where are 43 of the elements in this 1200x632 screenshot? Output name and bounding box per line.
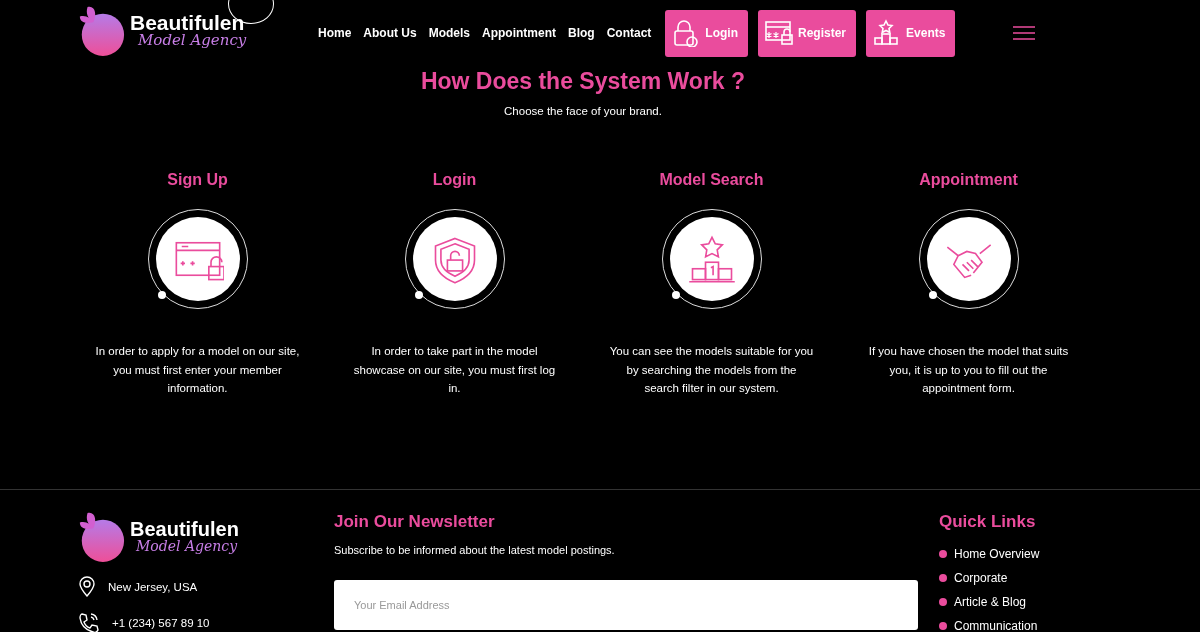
brand-tagline: Model Agency bbox=[138, 33, 247, 48]
nav-link[interactable]: Home bbox=[312, 26, 358, 40]
location-pin-icon bbox=[78, 576, 96, 598]
nav-link[interactable]: Appointment bbox=[476, 26, 562, 40]
bullet-icon bbox=[939, 550, 947, 558]
newsletter-title: Join Our Newsletter bbox=[334, 512, 496, 532]
phone-icon bbox=[78, 612, 100, 632]
footer-link[interactable]: Communication bbox=[954, 619, 1038, 632]
brand-name: Beautifulen bbox=[130, 519, 239, 539]
section-subtitle: Choose the face of your brand. bbox=[503, 105, 663, 117]
newsletter-text: Subscribe to be informed about the latest model postings. bbox=[334, 544, 616, 556]
quick-links-title: Quick Links bbox=[939, 512, 1037, 532]
step-title: Sign Up bbox=[167, 171, 228, 189]
phone-text: +1 (234) 567 89 10 bbox=[112, 617, 210, 629]
bullet-icon bbox=[939, 598, 947, 606]
footer-link[interactable]: Home Overview bbox=[954, 547, 1040, 561]
footer-link[interactable]: Article & Blog bbox=[954, 595, 1027, 609]
step-description: You can see the models suitable for you by searching the models from the search filter in our system. bbox=[609, 344, 814, 396]
nav-link[interactable]: About Us bbox=[357, 26, 423, 40]
brand-name: Beautifulen bbox=[130, 12, 246, 33]
ring-dot bbox=[157, 291, 166, 299]
bullet-icon bbox=[939, 574, 947, 582]
nav-link[interactable]: Models bbox=[422, 26, 476, 40]
bullet-icon bbox=[939, 622, 947, 630]
step-description: If you have chosen the model that suits you, it is up to you to fill out the appointment form. bbox=[867, 344, 1070, 396]
address-text: New Jersey, USA bbox=[108, 581, 198, 593]
email-field[interactable]: Your Email Address bbox=[334, 580, 918, 630]
brand-tagline: Model Agency bbox=[136, 539, 239, 553]
footer-link[interactable]: Corporate bbox=[954, 571, 1008, 585]
section-title: How Does the System Work ? bbox=[419, 68, 747, 95]
ring-dot bbox=[414, 291, 423, 299]
step-title: Login bbox=[432, 171, 477, 189]
ring-dot bbox=[671, 291, 680, 299]
step-description: In order to apply for a model on our site, you must first enter your member information. bbox=[95, 344, 300, 396]
nav-link[interactable]: Blog bbox=[562, 26, 601, 40]
ring-dot bbox=[928, 291, 937, 299]
step-title: Model Search bbox=[659, 171, 764, 189]
password-window-icon bbox=[765, 19, 793, 47]
menu-icon[interactable] bbox=[1013, 25, 1036, 41]
step-description: In order to take part in the model showcase on our site, you must first log in. bbox=[352, 344, 557, 396]
lock-icon bbox=[672, 19, 701, 47]
nav-link[interactable]: Contact bbox=[600, 26, 658, 40]
step-title: Appointment bbox=[919, 171, 1018, 189]
